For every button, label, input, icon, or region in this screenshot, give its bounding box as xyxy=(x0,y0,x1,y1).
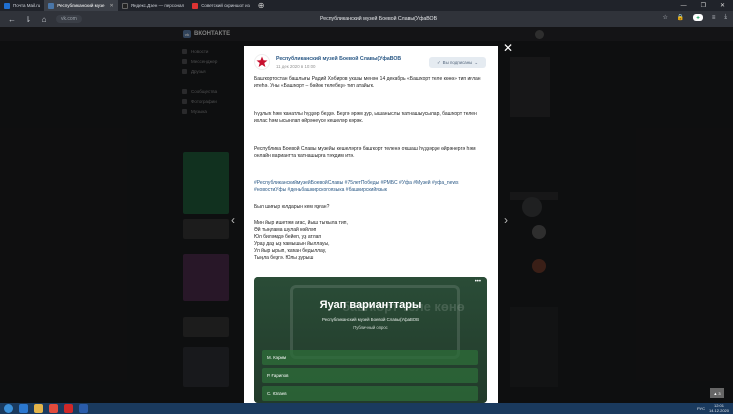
yandex-icon xyxy=(192,2,199,9)
forward-icon[interactable]: ⇂ xyxy=(24,15,32,24)
extension-badge[interactable]: ✚ xyxy=(693,14,703,21)
notification-badge[interactable]: ▲ 3 xyxy=(710,388,724,398)
tab-screenshot[interactable]: Советский скриншот из xyxy=(188,0,254,11)
home-icon[interactable]: ⌂ xyxy=(40,15,48,24)
download-icon[interactable]: ⤓ xyxy=(724,14,727,21)
post-paragraph: Һүҙлыҡ һәм ҡанатлы һүҙҙәр беҙҙә. Беҙгә ә… xyxy=(254,111,477,124)
mail-icon xyxy=(4,2,10,9)
maximize-icon[interactable]: ❐ xyxy=(701,2,706,9)
browser-tab-bar: Почта Mail.ru Республиканский музе ✕ Янд… xyxy=(0,0,733,11)
poem-line: Ул йыр ырып, ҡаҡан бедыллау, xyxy=(254,248,327,254)
vk-icon xyxy=(48,2,55,9)
post-paragraph: Республика Боевой Славы музейы кешеләргә… xyxy=(254,146,476,159)
chevron-left-icon[interactable]: ‹ xyxy=(231,213,235,227)
poll-title: Яуап варианттары xyxy=(319,299,422,311)
lang-indicator[interactable]: РУС xyxy=(697,406,705,411)
close-icon[interactable]: ✕ xyxy=(503,41,513,55)
clock-date: 14.12.2020 xyxy=(708,407,729,413)
poem-line: Тыңла беҙгә. Юлы ҙурыш xyxy=(254,255,314,261)
poll-type: Публичный опрос xyxy=(353,325,388,330)
address-bar: ← ⇂ ⌂ vk.com Республиканский музей Боево… xyxy=(0,11,733,27)
close-icon[interactable]: ✕ xyxy=(110,3,114,9)
tab-mail[interactable]: Почта Mail.ru xyxy=(0,0,44,11)
tab-label: Почта Mail.ru xyxy=(13,3,41,8)
post-hashtags[interactable]: #РеспубликанскиймузейБоевойСлавы #75летП… xyxy=(254,180,486,194)
group-name-link[interactable]: Республиканский музей Боевой Славы(УфаВО… xyxy=(276,56,401,62)
taskbar: РУС 12:01 14.12.2020 xyxy=(0,403,733,414)
poem-line: Юл биләмдә бейеп, уҙ атлап xyxy=(254,234,322,240)
post-date[interactable]: 11 дек 2020 в 10:00 xyxy=(276,64,315,69)
new-tab-icon[interactable]: ⊕ xyxy=(254,1,269,10)
poll-option[interactable]: Р. Ғарипов xyxy=(262,368,478,383)
subscribed-label: Вы подписаны xyxy=(442,60,473,65)
more-icon[interactable]: ••• xyxy=(475,279,481,285)
toolbar-right: ☆ 🔒 ✚ ≡ ⤓ xyxy=(662,14,727,21)
post-paragraph: Башҡортостан башлығы Радий Хәбиров указы… xyxy=(254,76,481,89)
yandex-icon[interactable] xyxy=(64,404,73,413)
close-window-icon[interactable]: ✕ xyxy=(720,2,725,9)
tab-label: Яндекс.Дзен — персонал xyxy=(130,3,185,8)
bookmark-icon[interactable]: ☆ xyxy=(662,14,667,21)
subscribed-button[interactable]: ✓ Вы подписаны ⌄ xyxy=(429,57,486,68)
clock[interactable]: 12:01 14.12.2020 xyxy=(708,403,729,413)
page-title: Республиканский музей Боевой Славы(УфаВО… xyxy=(320,16,438,22)
menu-icon[interactable]: ≡ xyxy=(712,15,716,21)
check-icon: ✓ xyxy=(436,59,441,65)
url-field[interactable]: vk.com xyxy=(56,15,82,23)
post-question: Был шиғыр юлдарын кем яҙған? xyxy=(254,204,330,210)
poem-line: Ураҙ даҙ ыҙ ҡамышын йыллауы, xyxy=(254,241,330,247)
ie-icon[interactable] xyxy=(19,404,28,413)
tab-museum[interactable]: Республиканский музе ✕ xyxy=(44,0,118,11)
post-modal: Республиканский музей Боевой Славы(УфаВО… xyxy=(244,46,498,403)
window-controls: — ❐ ✕ xyxy=(681,0,733,11)
zen-icon xyxy=(121,2,128,9)
tab-label: Республиканский музе xyxy=(57,3,105,8)
group-avatar[interactable] xyxy=(254,54,270,70)
poll-watermark xyxy=(290,285,460,359)
poll-option[interactable]: С. Юлаев xyxy=(262,386,478,401)
poem-line: Мин йыр ишетәм ағас, йыш тыҡыла тип, xyxy=(254,220,348,226)
yandex-browser-icon[interactable] xyxy=(49,404,58,413)
word-icon[interactable] xyxy=(79,404,88,413)
poem-line: Әй тыңлама шулай көйләп xyxy=(254,227,317,233)
post-header: Республиканский музей Боевой Славы(УфаВО… xyxy=(254,54,488,74)
poll-option[interactable]: М. Кәрим xyxy=(262,350,478,365)
poll: башҡорт теле көнө ••• Яуап варианттары Р… xyxy=(254,277,487,403)
tab-zen[interactable]: Яндекс.Дзен — персонал xyxy=(118,0,188,11)
poll-author: Республиканский музей Боевой Славы(УфаВО… xyxy=(322,317,419,322)
folder-icon[interactable] xyxy=(34,404,43,413)
star-icon xyxy=(256,56,268,67)
minimize-icon[interactable]: — xyxy=(681,3,687,9)
chevron-down-icon: ⌄ xyxy=(474,59,478,65)
back-icon[interactable]: ← xyxy=(8,15,16,24)
chevron-right-icon[interactable]: › xyxy=(504,213,508,227)
lock-icon: 🔒 xyxy=(676,15,685,21)
system-tray: РУС 12:01 14.12.2020 xyxy=(697,403,729,413)
tab-label: Советский скриншот из xyxy=(201,3,250,8)
start-icon[interactable] xyxy=(4,404,13,413)
